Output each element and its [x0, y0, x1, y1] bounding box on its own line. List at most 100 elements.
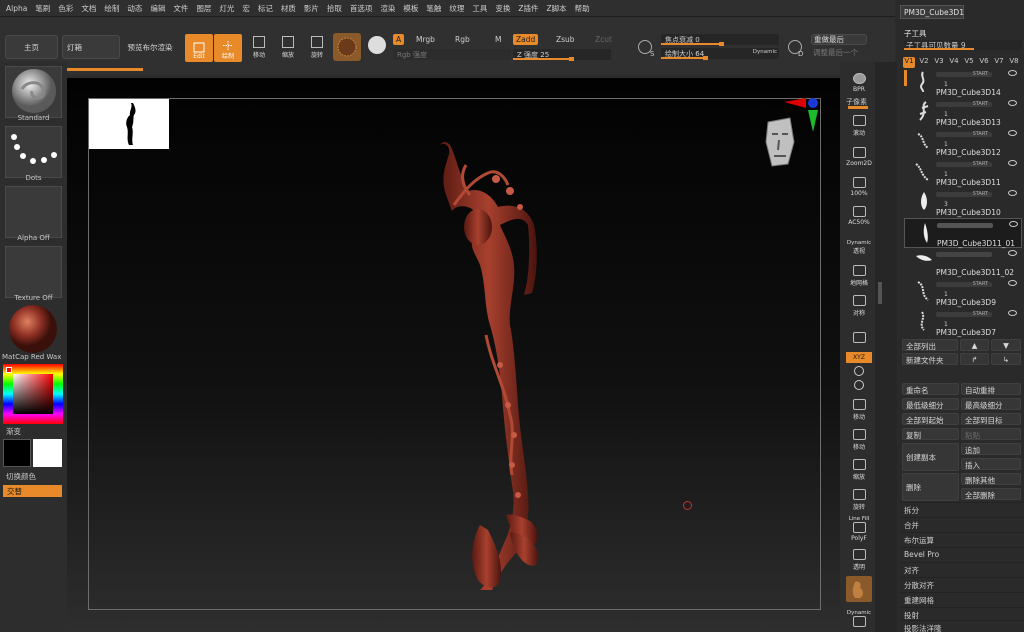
saturation-square[interactable] — [13, 374, 53, 414]
zoom2d-button[interactable]: Zoom2D — [846, 142, 872, 168]
polyframe-button[interactable]: Line Fill PolyF — [846, 515, 872, 543]
paste-button[interactable]: 粘贴 — [961, 428, 1021, 440]
rgb-intensity-slider[interactable]: Rgb 强度 — [393, 49, 511, 60]
texture-thumbnail[interactable] — [5, 246, 62, 298]
boolean-menu[interactable]: 布尔运算 — [900, 532, 1024, 546]
split-menu[interactable]: 拆分 — [900, 502, 1024, 516]
distribute-menu[interactable]: 分散对齐 — [900, 577, 1024, 591]
visible-count-slider[interactable]: 子工具可见数量 9 — [904, 40, 1022, 50]
start-slider[interactable]: START — [936, 282, 992, 287]
new-folder-button[interactable]: 新建文件夹 — [902, 353, 958, 365]
menu-item[interactable]: 纹理 — [446, 3, 469, 14]
symmetry-button[interactable]: 对称 — [846, 292, 872, 318]
menu-item[interactable]: Alpha — [3, 4, 32, 13]
move-button[interactable]: 移动 — [246, 35, 272, 61]
menu-item[interactable]: 文件 — [170, 3, 193, 14]
zoom-view-button[interactable]: 缩放 — [846, 456, 872, 482]
current-tool-name[interactable]: PM3D_Cube3D1 — [900, 5, 964, 19]
scroll-thumb[interactable] — [878, 282, 882, 304]
replay-last-rel-button[interactable]: 调整最后一个 — [811, 47, 871, 58]
move-up-button[interactable]: ▲ — [960, 339, 989, 351]
eye-icon[interactable] — [1008, 280, 1017, 286]
menu-item[interactable]: Z脚本 — [543, 3, 571, 14]
menu-item[interactable]: Z插件 — [515, 3, 543, 14]
create-copy-button[interactable]: 创建副本 — [902, 443, 959, 471]
delete-all-button[interactable]: 全部删除 — [961, 488, 1021, 500]
menu-item[interactable]: 笔刷 — [32, 3, 55, 14]
subpixel-slider[interactable] — [848, 106, 868, 109]
eye-icon[interactable] — [1008, 190, 1017, 196]
subtool-item[interactable]: PM3D_Cube3D11_02 — [904, 248, 1022, 278]
rotate-y-icon[interactable] — [854, 366, 864, 376]
material-swatch-button[interactable] — [333, 33, 361, 61]
menu-item[interactable]: 材质 — [278, 3, 301, 14]
toggle-controls[interactable] — [936, 252, 992, 257]
texture-yin-icon[interactable] — [368, 36, 386, 54]
eye-icon[interactable] — [1008, 100, 1017, 106]
eye-icon[interactable] — [1008, 250, 1017, 256]
xyz-button[interactable]: XYZ — [846, 352, 872, 363]
arrow-right-up-button[interactable]: ↱ — [960, 353, 989, 365]
secondary-color-swatch[interactable] — [33, 439, 62, 467]
menu-item[interactable]: 宏 — [239, 3, 255, 14]
subtool-item[interactable]: START 1 PM3D_Cube3D7 — [904, 308, 1022, 338]
auto-reorder-button[interactable]: 自动重排 — [961, 383, 1021, 395]
eye-icon[interactable] — [1009, 221, 1018, 227]
start-slider[interactable]: START — [936, 102, 992, 107]
lock-button[interactable] — [846, 320, 872, 346]
menu-item[interactable]: 帮助 — [572, 3, 595, 14]
color-picker[interactable] — [3, 364, 63, 424]
home-button[interactable]: 主页 — [5, 35, 58, 59]
menu-item[interactable]: 图层 — [193, 3, 216, 14]
actual-size-button[interactable]: 100% — [846, 172, 872, 198]
move-down-button[interactable]: ▼ — [991, 339, 1021, 351]
append-button[interactable]: 追加 — [961, 443, 1021, 455]
rotate-z-icon[interactable] — [854, 380, 864, 390]
tab-v3[interactable]: V3 — [933, 57, 945, 68]
rotate-button[interactable]: 旋转 — [304, 35, 330, 61]
ghost-button[interactable] — [846, 576, 872, 602]
insert-button[interactable]: 插入 — [961, 458, 1021, 470]
project-bas-relief-menu[interactable]: 投影法洋隆 — [900, 620, 1024, 632]
subtool-item[interactable]: START 1 PM3D_Cube3D11 — [904, 158, 1022, 188]
menu-item[interactable]: 编辑 — [147, 3, 170, 14]
mode-rgb[interactable]: Rgb — [452, 34, 473, 45]
bpr-button[interactable]: BPR — [846, 68, 872, 94]
scale-button[interactable]: 缩放 — [275, 35, 301, 61]
lightbox-button[interactable]: 灯箱 — [62, 35, 120, 59]
menu-item[interactable]: 首选项 — [347, 3, 378, 14]
start-slider[interactable]: START — [936, 132, 992, 137]
scroll-button[interactable]: 滚动 — [846, 112, 872, 138]
eye-icon[interactable] — [1008, 130, 1017, 136]
brush-thumbnail[interactable] — [5, 66, 62, 118]
list-all-button[interactable]: 全部列出 — [902, 339, 958, 351]
duplicate-button[interactable]: 复制 — [902, 428, 959, 440]
all-to-target-button[interactable]: 全部到目标 — [961, 413, 1021, 425]
all-to-start-button[interactable]: 全部到起始 — [902, 413, 959, 425]
merge-menu[interactable]: 合并 — [900, 517, 1024, 531]
mode-zsub[interactable]: Zsub — [553, 34, 578, 45]
eye-icon[interactable] — [1008, 70, 1017, 76]
edit-button[interactable]: Edit — [185, 34, 213, 62]
switch-color-button[interactable]: 切换颜色 — [6, 471, 36, 482]
tab-v6[interactable]: V6 — [978, 57, 990, 68]
start-slider[interactable]: START — [936, 72, 992, 77]
subtool-item[interactable]: START 1 PM3D_Cube3D12 — [904, 128, 1022, 158]
replay-last-button[interactable]: 重做最后 — [811, 34, 867, 45]
highest-res-button[interactable]: 最高级细分 — [961, 398, 1021, 410]
z-intensity-slider[interactable]: Z 强度 25 — [513, 49, 611, 61]
draw-button[interactable]: 绘制 — [214, 34, 242, 62]
focal-shift-slider[interactable]: 焦点衰减 0 — [661, 34, 779, 46]
rename-button[interactable]: 重命名 — [902, 383, 959, 395]
align-menu[interactable]: 对齐 — [900, 562, 1024, 576]
menu-item[interactable]: 工具 — [469, 3, 492, 14]
project-menu[interactable]: 投射 — [900, 607, 1024, 621]
bevel-pro-menu[interactable]: Bevel Pro — [900, 547, 1024, 561]
ac50-button[interactable]: AC50% — [846, 201, 872, 227]
menu-item[interactable]: 文档 — [78, 3, 101, 14]
mode-m[interactable]: M — [492, 34, 504, 45]
subtool-item[interactable]: START 1 PM3D_Cube3D13 — [904, 98, 1022, 128]
menu-item[interactable]: 动态 — [124, 3, 147, 14]
menu-item[interactable]: 灯光 — [216, 3, 239, 14]
tab-v4[interactable]: V4 — [948, 57, 960, 68]
